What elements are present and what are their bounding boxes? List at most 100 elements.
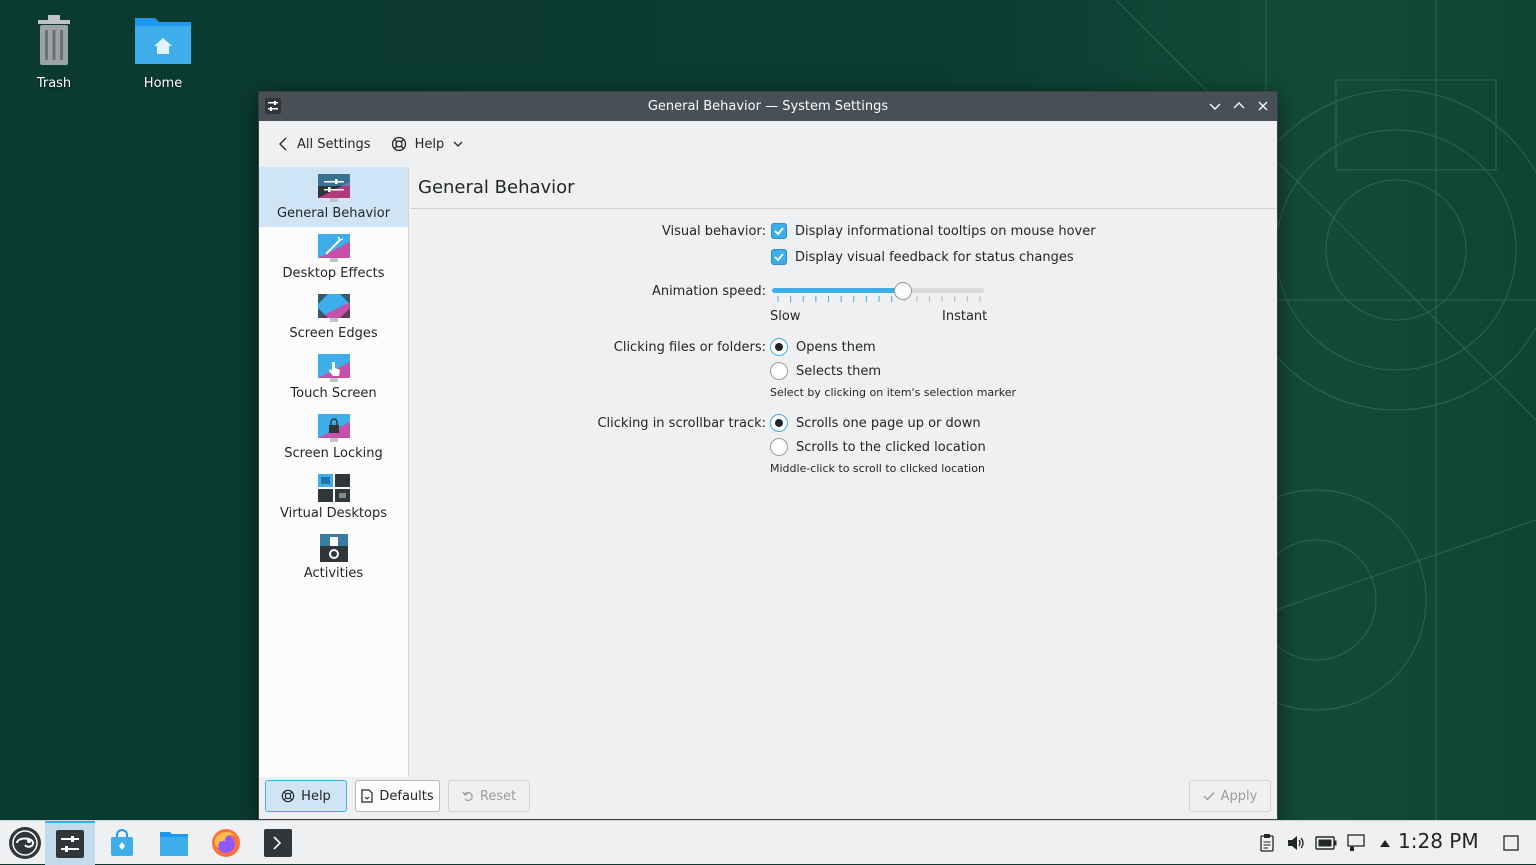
desktop-effects-icon [317,233,350,262]
sidebar-item-general-behavior[interactable]: General Behavior [259,167,408,227]
activities-icon [319,533,348,562]
radio-label: Scrolls one page up or down [796,415,981,431]
slider-ticks [777,296,981,302]
sidebar-item-screen-locking[interactable]: Screen Locking [259,407,408,467]
clipboard-icon [1260,834,1274,852]
radio-selected[interactable] [770,338,788,356]
tray-volume[interactable] [1285,821,1307,865]
radio-label: Scrolls to the clicked location [796,439,986,455]
desktop-icon-home[interactable]: Home [123,12,203,91]
all-settings-button[interactable]: All Settings [277,136,371,152]
network-wired-icon [1347,834,1365,851]
settings-page: General Behavior Visual behavior: Displa… [410,167,1277,777]
checkmark-icon [774,227,784,236]
show-desktop-button[interactable] [1500,821,1522,865]
task-terminal[interactable] [253,821,303,865]
scroll-page-radio[interactable]: Scrolls one page up or down [770,414,981,432]
sidebar-item-label: Desktop Effects [282,265,385,281]
show-desktop-icon [1503,835,1519,851]
scrollbar-track-hint: Middle-click to scroll to clicked locati… [770,462,985,475]
task-discover[interactable] [97,821,147,865]
status-feedback-checkbox[interactable]: Display visual feedback for status chang… [771,249,1074,265]
sidebar-item-label: General Behavior [276,205,391,221]
lifebuoy-icon [281,789,295,803]
sidebar-item-activities[interactable]: Activities [259,527,408,587]
shopping-bag-icon [111,829,133,856]
radio-label: Selects them [796,363,882,379]
window-titlebar[interactable]: General Behavior — System Settings [259,92,1277,121]
terminal-icon [264,829,292,857]
desktop-icon-label: Trash [36,76,72,91]
window-title: General Behavior — System Settings [647,99,889,114]
tooltips-checkbox[interactable]: Display informational tooltips on mouse … [771,223,1096,239]
tray-expander[interactable] [1376,821,1394,865]
radio-unselected[interactable] [770,438,788,456]
taskbar: 1:28 PM [0,820,1536,865]
dialog-button-bar: Help Defaults Reset Apply [259,775,1277,819]
minimize-button[interactable] [1205,96,1225,116]
firefox-icon [212,829,240,857]
virtual-desktops-icon [317,473,350,502]
help-button[interactable]: Help [265,780,347,812]
opens-them-radio[interactable]: Opens them [770,338,876,356]
opensuse-launcher-icon [9,827,41,859]
slider-min-label: Slow [770,309,801,324]
help-menu-button[interactable]: Help [391,136,465,152]
task-file-manager[interactable] [149,821,199,865]
checkmark-icon [1203,792,1215,801]
application-launcher[interactable] [0,821,50,865]
touch-screen-icon [317,353,350,382]
defaults-button-label: Defaults [379,788,434,804]
home-folder-icon [135,18,191,64]
sidebar-item-screen-edges[interactable]: Screen Edges [259,287,408,347]
system-settings-app-icon[interactable] [265,98,281,114]
chevron-left-icon [279,137,287,151]
sidebar-item-touch-screen[interactable]: Touch Screen [259,347,408,407]
help-menu-label: Help [414,136,445,152]
all-settings-label: All Settings [297,136,371,152]
digital-clock[interactable]: 1:28 PM [1398,829,1479,853]
reset-button[interactable]: Reset [448,780,530,812]
close-button[interactable] [1253,96,1273,116]
window-toolbar: All Settings Help [259,121,1277,167]
document-revert-icon [361,789,373,803]
radio-label: Opens them [796,339,876,355]
screen-edges-icon [317,293,350,322]
task-firefox[interactable] [201,821,251,865]
chevron-down-icon [1209,103,1221,110]
apply-button[interactable]: Apply [1189,780,1271,812]
system-settings-icon [56,830,84,858]
lifebuoy-icon [391,136,406,152]
scroll-location-radio[interactable]: Scrolls to the clicked location [770,438,986,456]
battery-icon [1315,836,1337,850]
maximize-button[interactable] [1229,96,1249,116]
arrow-up-icon [1380,840,1390,847]
reset-button-label: Reset [479,788,517,804]
sidebar-item-label: Screen Edges [289,325,378,341]
sidebar-item-desktop-effects[interactable]: Desktop Effects [259,227,408,287]
radio-selected[interactable] [770,414,788,432]
tray-clipboard[interactable] [1256,821,1278,865]
slider-fill [772,288,904,293]
desktop-icon-trash[interactable]: Trash [14,12,94,91]
desktop-icon-label: Home [143,76,183,91]
screen-locking-icon [317,413,350,442]
radio-unselected[interactable] [770,362,788,380]
tray-network[interactable] [1345,821,1367,865]
animation-speed-label: Animation speed: [651,284,766,299]
checkbox-checked[interactable] [771,249,787,265]
task-system-settings[interactable] [45,821,95,865]
system-settings-window: General Behavior — System Settings All S… [258,91,1278,820]
tray-battery[interactable] [1314,821,1338,865]
clicking-files-hint: Select by clicking on item's selection m… [770,386,1016,399]
checkbox-checked[interactable] [771,223,787,239]
checkbox-label: Display visual feedback for status chang… [795,249,1074,265]
trash-icon [38,15,70,65]
chevron-up-icon [1233,102,1245,109]
sidebar-item-virtual-desktops[interactable]: Virtual Desktops [259,467,408,527]
sidebar-item-label: Activities [303,565,364,581]
animation-speed-slider[interactable] [772,282,986,312]
selects-them-radio[interactable]: Selects them [770,362,881,380]
sidebar-item-label: Virtual Desktops [280,505,387,521]
defaults-button[interactable]: Defaults [355,780,440,812]
